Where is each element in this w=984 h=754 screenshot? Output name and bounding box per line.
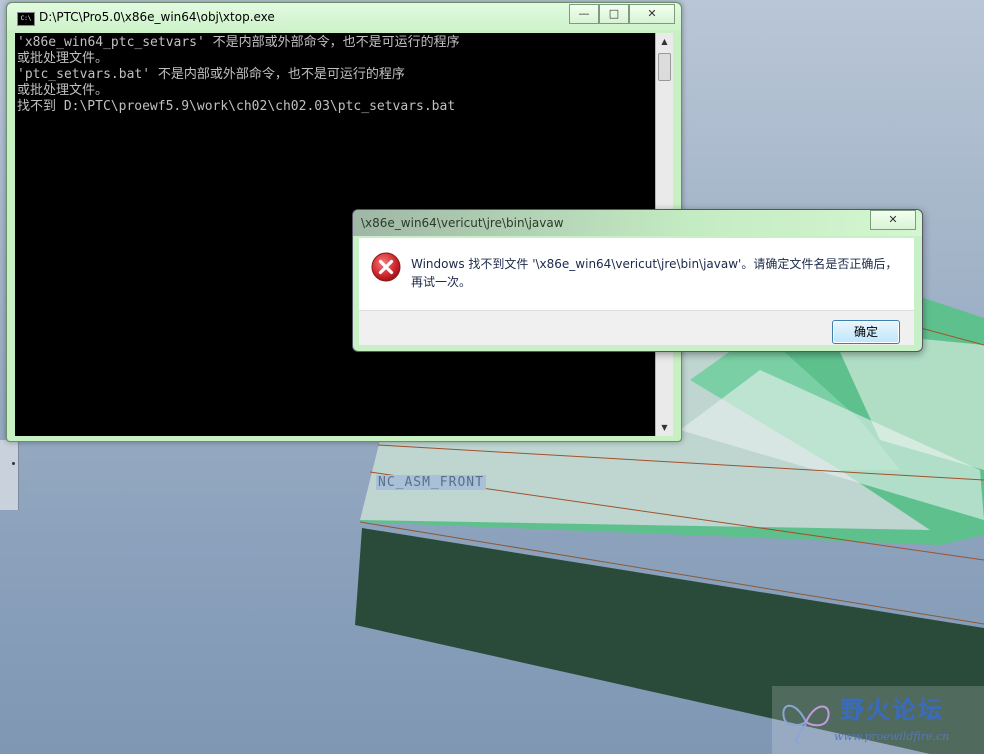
maximize-button[interactable]: □: [599, 4, 629, 24]
minimize-button[interactable]: —: [569, 4, 599, 24]
dialog-close-button[interactable]: ✕: [870, 210, 916, 230]
butterfly-logo-icon: [782, 704, 830, 745]
cmd-icon: C:\: [17, 12, 35, 26]
console-output: 'x86e_win64_ptc_setvars' 不是内部或外部命令，也不是可运…: [17, 35, 460, 114]
datum-label[interactable]: NC_ASM_FRONT: [376, 475, 486, 490]
close-button[interactable]: ✕: [629, 4, 675, 24]
console-title: D:\PTC\Pro5.0\x86e_win64\obj\xtop.exe: [39, 10, 275, 24]
scroll-thumb[interactable]: [658, 53, 671, 81]
dialog-message: Windows 找不到文件 '\x86e_win64\vericut\jre\b…: [411, 257, 898, 289]
dialog-titlebar[interactable]: \x86e_win64\vericut\jre\bin\javaw ✕: [353, 210, 922, 236]
error-dialog[interactable]: \x86e_win64\vericut\jre\bin\javaw ✕ Wind…: [352, 209, 923, 352]
ok-button[interactable]: 确定: [832, 320, 900, 344]
error-icon: [371, 252, 401, 282]
scroll-up-icon[interactable]: ▲: [656, 33, 673, 50]
watermark-title: 野火论坛: [840, 696, 944, 724]
watermark: 野火论坛 www.proewildfire.cn: [772, 686, 984, 754]
scroll-down-icon[interactable]: ▼: [656, 419, 673, 436]
console-titlebar[interactable]: C:\ D:\PTC\Pro5.0\x86e_win64\obj\xtop.ex…: [7, 3, 681, 31]
dialog-body: Windows 找不到文件 '\x86e_win64\vericut\jre\b…: [359, 238, 914, 345]
dialog-title: \x86e_win64\vericut\jre\bin\javaw: [361, 216, 564, 230]
watermark-url: www.proewildfire.cn: [834, 730, 950, 743]
left-panel-edge: [0, 440, 19, 510]
dialog-footer: 确定: [359, 310, 914, 345]
